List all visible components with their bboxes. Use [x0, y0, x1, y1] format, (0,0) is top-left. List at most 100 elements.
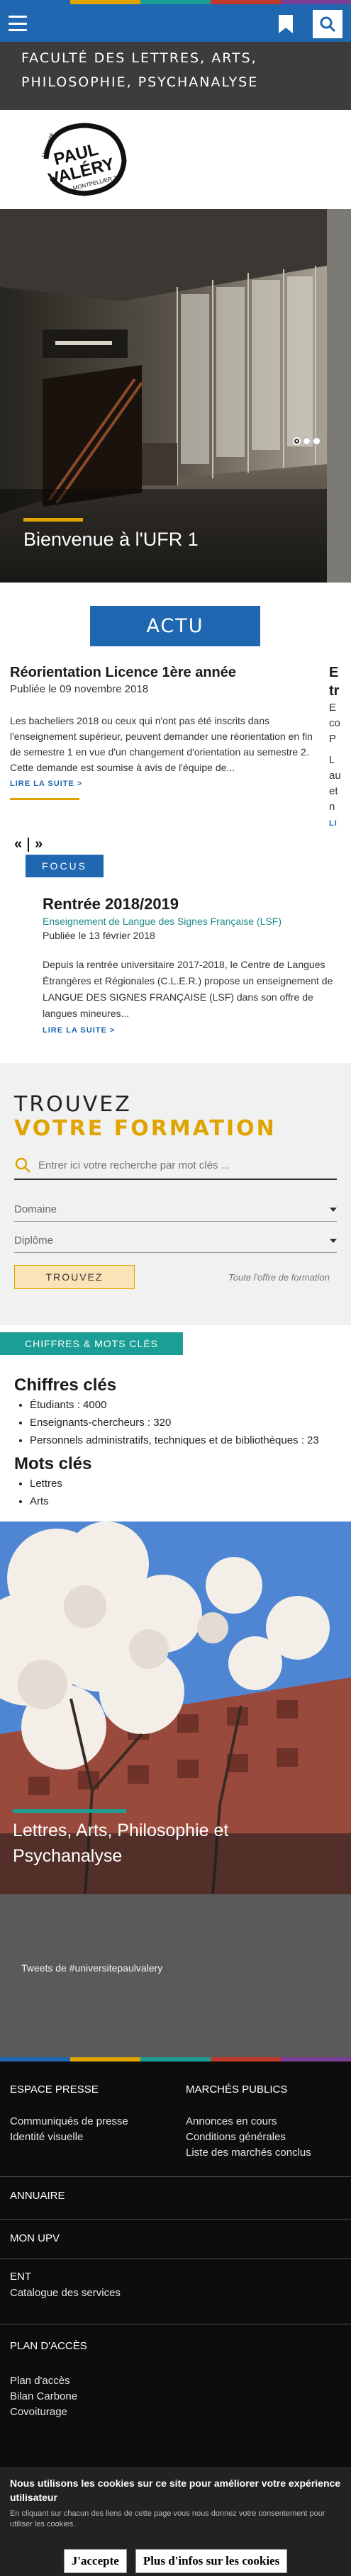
footer-marches-title[interactable]: MARCHÉS PUBLICS — [186, 2083, 287, 2097]
news-date: Publiée le 09 novembre 2018 — [10, 683, 149, 695]
footer-link[interactable]: Conditions générales — [186, 2130, 286, 2145]
cookie-banner: Nous utilisons les cookies sur ce site p… — [0, 2467, 351, 2576]
news-peek-line-2: au — [329, 770, 341, 782]
footer-espace-presse-title[interactable]: ESPACE PRESSE — [10, 2083, 99, 2097]
list-item: Personnels administratifs, techniques et… — [30, 1432, 340, 1449]
all-formation-offer-link[interactable]: Toute l'offre de formation — [228, 1272, 330, 1283]
faculty-band: Faculté des lettres, arts, philosophie, … — [0, 42, 351, 110]
focus-subtitle: Enseignement de Langue des Signes França… — [43, 916, 282, 927]
cookie-buttons: J'accepte Plus d'infos sur les cookies — [0, 2549, 351, 2573]
news-peek-line-3: et — [329, 785, 338, 797]
bookmark-button[interactable] — [274, 13, 297, 35]
footer-link[interactable]: Plan d'accès — [10, 2373, 70, 2389]
photo2-accent-bar — [13, 1809, 126, 1813]
photo2-caption[interactable]: Lettres, Arts, Philosophie et Psychanaly… — [13, 1818, 318, 1869]
footer-plan-acces-title[interactable]: PLAN D'ACCÈS — [10, 2339, 87, 2353]
focus-tag: FOCUS — [26, 855, 104, 877]
news-pager: « » — [14, 836, 43, 853]
news-item: Réorientation Licence 1ère année Publiée… — [10, 663, 326, 789]
pager-prev-button[interactable]: « — [14, 836, 22, 853]
footer-link[interactable]: Liste des marchés conclus — [186, 2145, 311, 2161]
news-peek-title: E — [329, 665, 339, 680]
actu-button[interactable]: ACTU — [90, 606, 260, 646]
search-button[interactable] — [313, 10, 342, 38]
formation-title-line2: VOTRE FORMATION — [14, 1116, 277, 1141]
carousel-dots — [293, 437, 321, 445]
tweets-link[interactable]: Tweets de #universitepaulvalery — [21, 1962, 162, 1974]
list-item: Étudiants : 4000 — [30, 1396, 340, 1414]
list-item: Arts — [30, 1492, 340, 1510]
logo-zone: Université PAUL VALÉRY MONTPELLIER 3 — [0, 110, 351, 209]
university-logo[interactable]: Université PAUL VALÉRY MONTPELLIER 3 — [39, 120, 130, 198]
footer-ent-link[interactable]: ENT — [10, 2270, 31, 2284]
faculty-title[interactable]: Faculté des lettres, arts, philosophie, … — [21, 46, 330, 94]
search-icon — [15, 1157, 30, 1173]
news-peek-subtitle-2: co — [329, 717, 340, 729]
pager-separator — [28, 837, 30, 852]
news-peek-title-2: tr — [329, 683, 340, 699]
news-peek-line-1: L — [329, 754, 335, 766]
chiffres-section: Chiffres clés Étudiants : 4000 Enseignan… — [14, 1375, 340, 1510]
hero-next-slide-peek[interactable] — [327, 209, 351, 583]
focus-excerpt: Depuis la rentrée universitaire 2017-201… — [43, 959, 333, 1019]
formation-title-line1: TROUVEZ — [14, 1092, 132, 1117]
formation-search-panel: TROUVEZ VOTRE FORMATION Domaine Diplôme … — [0, 1063, 351, 1325]
footer: ESPACE PRESSE Communiqués de presse Iden… — [0, 2057, 351, 2467]
header-bar — [0, 4, 351, 42]
read-more-underline — [10, 798, 79, 800]
domain-select[interactable]: Domaine — [14, 1198, 337, 1222]
keywords-title: Mots clés — [14, 1454, 92, 1473]
domain-select-value: Domaine — [14, 1203, 57, 1215]
focus-item: Rentrée 2018/2019 Enseignement de Langue… — [43, 894, 340, 1036]
footer-annuaire-link[interactable]: ANNUAIRE — [10, 2189, 65, 2203]
footer-catalogue-link[interactable]: Catalogue des services — [10, 2285, 121, 2301]
focus-date: Publiée le 13 février 2018 — [43, 930, 155, 941]
footer-link[interactable]: Annonces en cours — [186, 2114, 277, 2130]
carousel-dot-1[interactable] — [293, 437, 301, 445]
focus-read-more-link[interactable]: LIRE LA SUITE > — [43, 1026, 115, 1035]
footer-divider — [0, 2219, 351, 2220]
cookie-more-info-button[interactable]: Plus d'infos sur les cookies — [135, 2549, 288, 2573]
chevron-down-icon — [330, 1207, 337, 1212]
news-peek-line-4: n — [329, 801, 335, 813]
footer-link[interactable]: Bilan Carbone — [10, 2389, 77, 2405]
cookie-title: Nous utilisons les cookies sur ce site p… — [10, 2477, 341, 2503]
footer-mon-upv-link[interactable]: MON UPV — [10, 2232, 60, 2246]
formation-search-field[interactable] — [14, 1152, 337, 1180]
bookmark-icon — [279, 15, 293, 33]
focus-title[interactable]: Rentrée 2018/2019 — [43, 894, 340, 914]
hamburger-menu-icon[interactable] — [9, 16, 27, 31]
news-excerpt: Les bacheliers 2018 ou ceux qui n'ont pa… — [10, 715, 313, 773]
news-peek-subtitle: E — [329, 702, 337, 714]
cookie-accept-button[interactable]: J'accepte — [63, 2549, 127, 2573]
search-icon — [320, 16, 335, 32]
hero-caption[interactable]: Bienvenue à l'UFR 1 — [23, 527, 199, 552]
news-title[interactable]: Réorientation Licence 1ère année — [10, 663, 326, 682]
pager-next-button[interactable]: » — [35, 836, 43, 853]
news-read-more-link[interactable]: LIRE LA SUITE > — [10, 780, 82, 788]
list-item: Lettres — [30, 1475, 340, 1492]
news-peek-date: P — [329, 733, 337, 745]
footer-link[interactable]: Communiqués de presse — [10, 2114, 128, 2130]
formation-search-input[interactable] — [38, 1154, 337, 1176]
chevron-down-icon — [330, 1238, 337, 1243]
diploma-select-value: Diplôme — [14, 1234, 54, 1247]
news-item-next-peek[interactable]: E tr E co P L au et n LI — [329, 663, 351, 829]
carousel-dot-3[interactable] — [313, 437, 321, 445]
tweets-section: Tweets de #universitepaulvalery — [0, 1894, 351, 2057]
footer-link[interactable]: Covoiturage — [10, 2405, 67, 2420]
figures-title: Chiffres clés — [14, 1376, 117, 1395]
footer-link[interactable]: Identité visuelle — [10, 2130, 83, 2145]
find-formation-button[interactable]: TROUVEZ — [14, 1265, 135, 1289]
hero-accent-bar — [23, 518, 83, 522]
campus-photo-card[interactable]: Lettres, Arts, Philosophie et Psychanaly… — [0, 1522, 351, 1894]
keywords-list: Lettres Arts — [30, 1475, 340, 1510]
diploma-select[interactable]: Diplôme — [14, 1229, 337, 1253]
hero-carousel[interactable]: Bienvenue à l'UFR 1 — [0, 209, 351, 583]
carousel-dot-2[interactable] — [303, 437, 311, 445]
footer-color-stripe — [0, 2057, 351, 2062]
cookie-description: En cliquant sur chacun des liens de cett… — [10, 2509, 325, 2529]
figures-list: Étudiants : 4000 Enseignants-chercheurs … — [30, 1396, 340, 1449]
news-peek-read-more[interactable]: LI — [329, 819, 338, 828]
list-item: Enseignants-chercheurs : 320 — [30, 1414, 340, 1432]
